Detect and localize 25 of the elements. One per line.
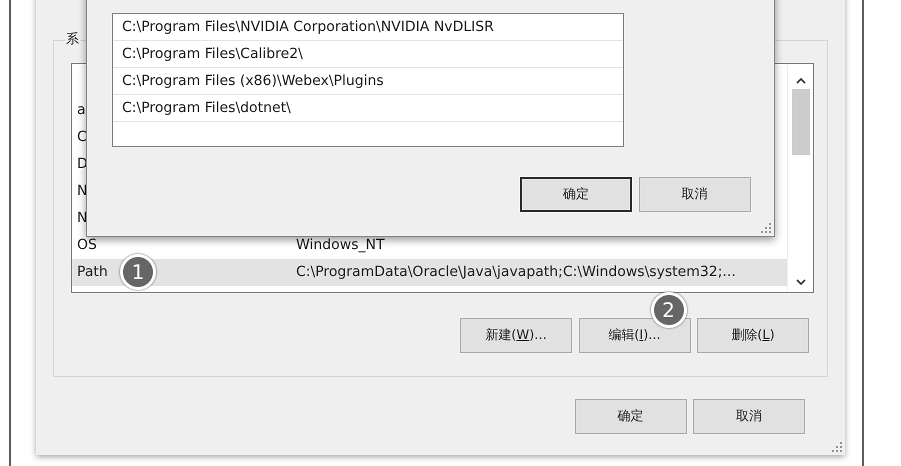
scroll-thumb[interactable] [792,89,810,155]
variable-name: Path [77,264,108,280]
dialog-button[interactable]: 取消 [638,177,750,212]
scroll-down-icon[interactable] [796,279,806,286]
variable-value: Windows_NT [296,236,385,255]
dialog-button[interactable]: 确定 [574,399,686,434]
variable-action-button[interactable]: 新建(W)... [460,318,572,353]
variable-name: N [77,183,88,199]
path-entry[interactable]: C:\Program Files\Calibre2\ [113,41,623,68]
scrollbar[interactable] [787,64,813,292]
variable-action-button[interactable]: 编辑(I)... [578,318,690,353]
variable-action-button[interactable]: 删除(L) [697,318,809,353]
dialog-button[interactable]: 确定 [520,177,632,212]
variable-value: C:\ProgramData\Oracle\Java\javapath;C:\Windows\system32;... [296,263,736,282]
path-entry[interactable]: C:\Program Files (x86)\Webex\Plugins [113,68,623,95]
path-entry[interactable]: C:\Program Files\dotnet\ [113,95,623,122]
path-entry[interactable]: C:\Program Files\NVIDIA Corporation\NVIDIA NvDLISR [113,14,623,41]
variable-name: N [77,210,88,226]
variable-name: OS [77,237,97,253]
scroll-up-icon[interactable] [796,77,806,84]
resize-grip-icon[interactable] [761,223,771,233]
callout-badge: 1 [120,254,156,290]
resize-grip-icon[interactable] [832,442,842,452]
dialog-button[interactable]: 取消 [693,399,805,434]
variable-name: C [77,129,87,145]
